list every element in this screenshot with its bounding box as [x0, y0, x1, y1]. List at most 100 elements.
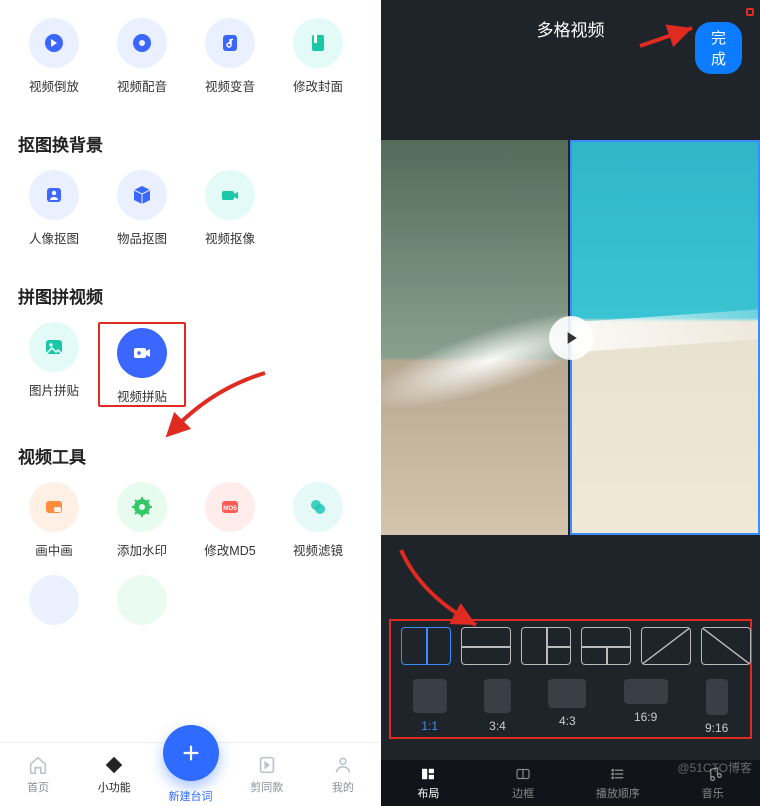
nav-label: 新建台词	[169, 788, 213, 804]
tool-label: 视频配音	[117, 76, 167, 95]
aspect-ratio-row: 1:1 3:4 4:3 16:9 9:16	[395, 679, 746, 735]
layout-left-2right[interactable]	[521, 627, 571, 665]
watermark-text: @51CTO博客	[677, 759, 752, 776]
border-icon	[514, 765, 532, 783]
tab-layout[interactable]: 布局	[381, 760, 476, 806]
diamond-icon	[103, 754, 125, 776]
done-highlight-box: 完成	[746, 8, 754, 16]
nav-functions[interactable]: 小功能	[76, 754, 152, 795]
right-phone-screen: 多格视频 完成 1:1 3:4 4:3 16:9 9:16	[381, 0, 760, 806]
tool-edit-cover[interactable]: 修改封面	[274, 18, 362, 95]
preview-pane-right[interactable]	[570, 140, 760, 535]
tool-label: 视频抠像	[205, 228, 255, 247]
tool-label: 物品抠图	[117, 228, 167, 247]
box-icon	[117, 170, 167, 220]
done-button[interactable]: 完成	[695, 22, 742, 74]
tool-filter[interactable]: 视频滤镜	[274, 482, 362, 559]
tool-pip[interactable]: 画中画	[10, 482, 98, 559]
tab-label: 播放顺序	[596, 785, 640, 801]
tab-play-order[interactable]: 播放顺序	[571, 760, 666, 806]
tool-label: 视频倒放	[29, 76, 79, 95]
ratio-label: 3:4	[489, 719, 506, 733]
cutout-row: 人像抠图 物品抠图 视频抠像	[0, 170, 381, 261]
tab-border[interactable]: 边框	[476, 760, 571, 806]
tool-partial-2[interactable]	[98, 575, 186, 633]
layout-panel: 1:1 3:4 4:3 16:9 9:16	[389, 619, 752, 739]
tool-label: 修改封面	[293, 76, 343, 95]
list-icon	[609, 765, 627, 783]
tool-label: 视频拼贴	[117, 386, 167, 405]
gear-icon	[117, 482, 167, 532]
md5-icon: MD5	[205, 482, 255, 532]
tool-partial-1[interactable]	[10, 575, 98, 633]
collage-row: 图片拼贴 视频拼贴	[0, 322, 381, 421]
nav-label: 小功能	[98, 779, 131, 795]
fab-plus-icon	[163, 725, 219, 781]
svg-text:MD5: MD5	[223, 505, 237, 512]
tool-image-collage[interactable]: 图片拼贴	[10, 322, 98, 407]
bookmark-icon	[293, 18, 343, 68]
disc-icon	[117, 18, 167, 68]
partial-row	[0, 575, 381, 647]
nav-create[interactable]: 新建台词	[152, 745, 228, 804]
editor-title: 多格视频	[537, 16, 605, 41]
tool-video-collage[interactable]: 视频拼贴	[98, 322, 186, 407]
top-tools-row: 视频倒放 视频配音 视频变音 修改封面	[0, 18, 381, 109]
tool-reverse-video[interactable]: 视频倒放	[10, 18, 98, 95]
tool-md5[interactable]: MD5 修改MD5	[186, 482, 274, 559]
editor-header: 多格视频 完成	[381, 0, 760, 50]
layout-2row[interactable]	[461, 627, 511, 665]
layout-diag-1[interactable]	[641, 627, 691, 665]
partial-icon	[117, 575, 167, 625]
nav-label: 首页	[27, 779, 49, 795]
left-phone-screen: 视频倒放 视频配音 视频变音 修改封面 抠图换背景 人像抠图 物品抠图 视频抠像	[0, 0, 381, 806]
bottom-nav: 首页 小功能 新建台词 剪同款 我的	[0, 742, 381, 806]
music-note-icon	[205, 18, 255, 68]
nav-label: 剪同款	[250, 779, 283, 795]
tool-label: 视频滤镜	[293, 540, 343, 559]
video-preview[interactable]	[381, 140, 760, 535]
user-icon	[332, 754, 354, 776]
tool-label: 人像抠图	[29, 228, 79, 247]
image-icon	[29, 322, 79, 372]
preview-pane-left[interactable]	[381, 140, 570, 535]
video-plus-icon	[117, 328, 167, 378]
tool-label: 图片拼贴	[29, 380, 79, 399]
tab-label: 布局	[417, 785, 439, 801]
tool-label: 修改MD5	[204, 540, 255, 559]
ratio-4-3[interactable]: 4:3	[548, 679, 586, 735]
section-title-collage: 拼图拼视频	[18, 283, 381, 308]
tool-object-cutout[interactable]: 物品抠图	[98, 170, 186, 247]
layout-templates-row	[395, 627, 746, 665]
camera-icon	[205, 170, 255, 220]
tools-row: 画中画 添加水印 MD5 修改MD5 视频滤镜	[0, 482, 381, 573]
pip-icon	[29, 482, 79, 532]
person-icon	[29, 170, 79, 220]
ratio-label: 9:16	[705, 721, 728, 735]
ratio-label: 16:9	[634, 710, 657, 724]
tool-label: 视频变音	[205, 76, 255, 95]
tool-label: 添加水印	[117, 540, 167, 559]
template-icon	[256, 754, 278, 776]
tool-watermark[interactable]: 添加水印	[98, 482, 186, 559]
filter-icon	[293, 482, 343, 532]
layout-2col[interactable]	[401, 627, 451, 665]
play-button[interactable]	[549, 316, 593, 360]
tool-label: 画中画	[35, 540, 73, 559]
partial-icon	[29, 575, 79, 625]
nav-mine[interactable]: 我的	[305, 754, 381, 795]
ratio-16-9[interactable]: 16:9	[624, 679, 668, 735]
tool-video-dub[interactable]: 视频配音	[98, 18, 186, 95]
section-title-tools: 视频工具	[18, 443, 381, 468]
tool-voice-change[interactable]: 视频变音	[186, 18, 274, 95]
nav-home[interactable]: 首页	[0, 754, 76, 795]
layout-top-2bottom[interactable]	[581, 627, 631, 665]
tool-video-matting[interactable]: 视频抠像	[186, 170, 274, 247]
nav-cut-same[interactable]: 剪同款	[229, 754, 305, 795]
layout-diag-2[interactable]	[701, 627, 751, 665]
nav-label: 我的	[332, 779, 354, 795]
tool-portrait-cutout[interactable]: 人像抠图	[10, 170, 98, 247]
ratio-3-4[interactable]: 3:4	[484, 679, 511, 735]
ratio-9-16[interactable]: 9:16	[705, 679, 728, 735]
ratio-1-1[interactable]: 1:1	[413, 679, 447, 735]
